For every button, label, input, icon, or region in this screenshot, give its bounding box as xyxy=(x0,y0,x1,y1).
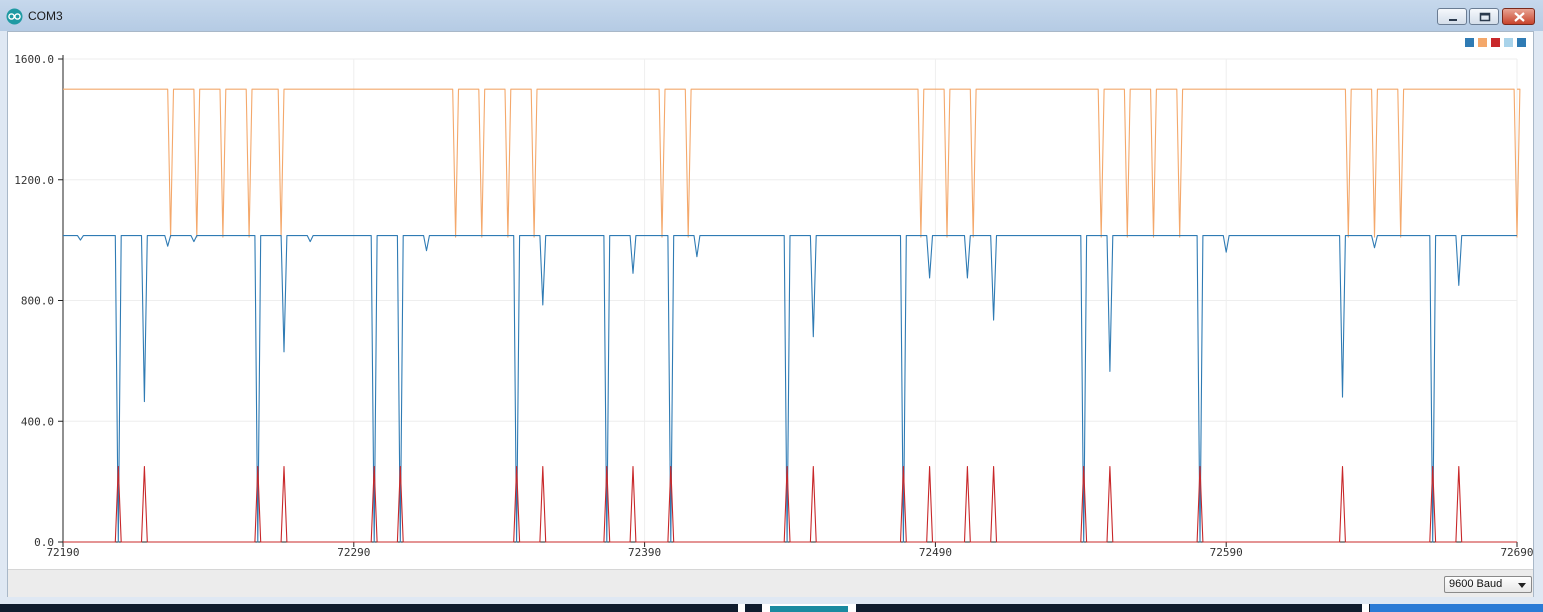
series-line-3 xyxy=(63,465,1517,543)
legend-swatch xyxy=(1465,38,1474,47)
y-tick-label: 1200.0 xyxy=(14,174,54,187)
taskbar-item-highlight xyxy=(770,606,848,612)
y-tick-label: 1600.0 xyxy=(14,53,54,66)
baud-rate-select[interactable]: 9600 Baud xyxy=(1444,576,1532,593)
legend-swatch xyxy=(1491,38,1500,47)
serial-plotter-window: COM3 0.0 400.0 800.0 1200.0 1600.0 72190 72290… xyxy=(0,0,1543,604)
window-title: COM3 xyxy=(28,9,63,23)
x-tick-label: 72190 xyxy=(46,546,79,559)
taskbar-item[interactable] xyxy=(738,604,745,612)
taskbar xyxy=(0,604,1543,612)
legend-swatch xyxy=(1504,38,1513,47)
series-line-2 xyxy=(63,88,1521,238)
legend-swatch xyxy=(1478,38,1487,47)
minimize-button[interactable] xyxy=(1437,8,1467,25)
legend-swatch xyxy=(1517,38,1526,47)
arduino-icon xyxy=(6,8,23,25)
x-tick-label: 72490 xyxy=(919,546,952,559)
taskbar-item[interactable] xyxy=(1362,604,1369,612)
x-tick-label: 72290 xyxy=(337,546,370,559)
x-tick-label: 72590 xyxy=(1210,546,1243,559)
title-bar[interactable]: COM3 xyxy=(0,0,1543,31)
close-button[interactable] xyxy=(1502,8,1535,25)
minimize-icon xyxy=(1449,19,1457,21)
maximize-button[interactable] xyxy=(1469,8,1499,25)
taskbar-tray[interactable] xyxy=(1370,604,1543,612)
x-tick-label: 72390 xyxy=(628,546,661,559)
close-icon xyxy=(1514,12,1525,22)
plotter-area: 0.0 400.0 800.0 1200.0 1600.0 72190 72290 72390… xyxy=(7,31,1534,597)
bottom-toolbar: 9600 Baud xyxy=(8,569,1533,597)
line-chart: 0.0400.0800.01200.01600.072190 72290 72390… xyxy=(14,53,1533,559)
maximize-icon xyxy=(1479,12,1491,22)
y-tick-label: 800.0 xyxy=(21,295,54,308)
chevron-down-icon xyxy=(1518,583,1526,588)
series-line-1 xyxy=(63,235,1517,543)
y-tick-label: 400.0 xyxy=(21,415,54,428)
baud-rate-value: 9600 Baud xyxy=(1449,578,1503,590)
x-tick-label: 72690 xyxy=(1500,546,1533,559)
